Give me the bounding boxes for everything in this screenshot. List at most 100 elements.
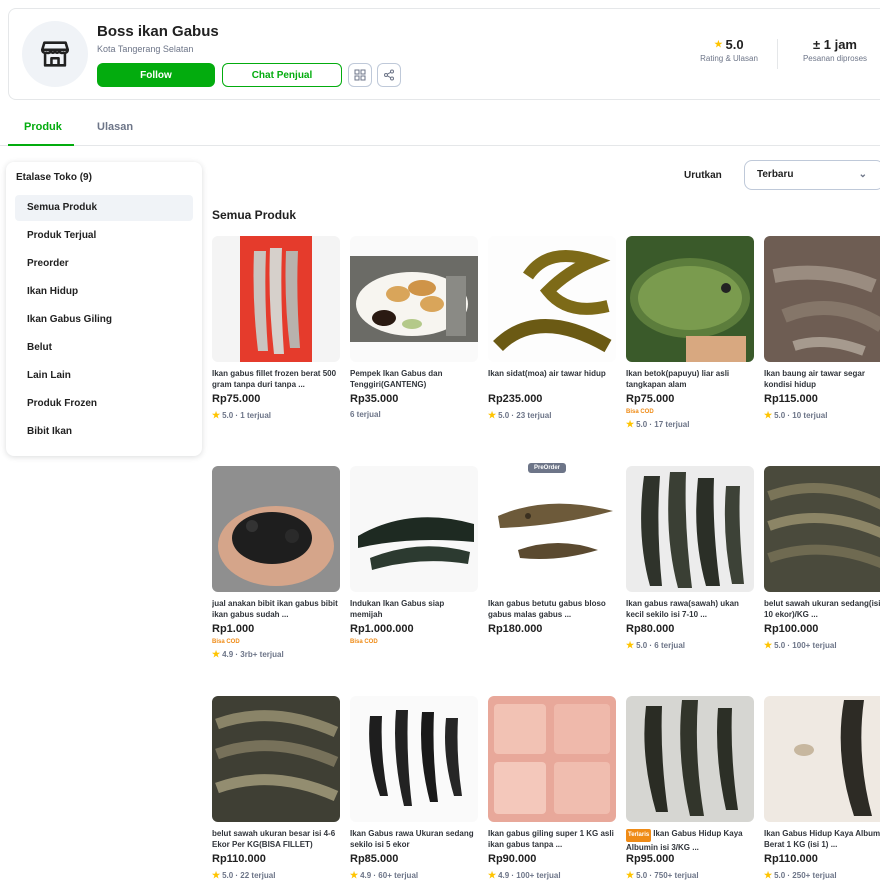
- sidebar-item-ikan-hidup[interactable]: Ikan Hidup: [15, 279, 193, 305]
- sidebar-item-produk-frozen[interactable]: Produk Frozen: [15, 391, 193, 417]
- product-name-text: Ikan Gabus rawa Ukuran sedang sekilo isi…: [350, 829, 474, 849]
- chat-seller-button[interactable]: Chat Penjual: [222, 63, 342, 87]
- product-card[interactable]: jual anakan bibit ikan gabus bibit ikan …: [212, 466, 340, 684]
- share-icon: [384, 69, 394, 81]
- product-name[interactable]: jual anakan bibit ikan gabus bibit ikan …: [212, 598, 340, 620]
- product-name[interactable]: Ikan Gabus rawa Ukuran sedang sekilo isi…: [350, 828, 478, 850]
- product-card[interactable]: Ikan gabus fillet frozen berat 500 gram …: [212, 236, 340, 454]
- sidebar-item-produk-terjual[interactable]: Produk Terjual: [15, 223, 193, 249]
- product-name[interactable]: Ikan gabus rawa(sawah) ukan kecil sekilo…: [626, 598, 754, 620]
- product-price: Rp110.000: [764, 853, 818, 865]
- product-card[interactable]: Ikan betok(papuyu) liar asli tangkapan a…: [626, 236, 754, 454]
- shop-info-button[interactable]: [348, 63, 372, 87]
- cod-badge: Bisa COD: [350, 639, 378, 645]
- product-image[interactable]: [764, 466, 880, 592]
- product-rating: ★ 5.0 · 10 terjual: [764, 410, 827, 421]
- product-name[interactable]: Terlaris Ikan Gabus Hidup Kaya Albumin is…: [626, 828, 754, 850]
- tab-ulasan[interactable]: Ulasan: [97, 121, 133, 133]
- product-image[interactable]: [764, 236, 880, 362]
- product-price: Rp80.000: [626, 623, 675, 635]
- product-image[interactable]: [350, 696, 478, 822]
- sidebar-item-ikan-gabus-giling[interactable]: Ikan Gabus Giling: [15, 307, 193, 333]
- product-price: Rp115.000: [764, 393, 818, 405]
- product-rating: ★ 5.0 · 6 terjual: [626, 640, 685, 651]
- product-card[interactable]: Ikan baung air tawar segar kondisi hidup…: [764, 236, 880, 454]
- product-image[interactable]: [626, 696, 754, 822]
- product-card[interactable]: Indukan Ikan Gabus siap memijah Rp1.000.0…: [350, 466, 478, 684]
- process-label: Pesanan diproses: [802, 54, 868, 63]
- product-price: Rp100.000: [764, 623, 819, 635]
- sort-selected-value: Terbaru: [757, 169, 794, 180]
- product-image[interactable]: [488, 466, 616, 592]
- product-name[interactable]: belut sawah ukuran besar isi 4-6 Ekor Pe…: [212, 828, 340, 850]
- product-name[interactable]: Ikan gabus giling super 1 KG asli ikan g…: [488, 828, 616, 850]
- product-sold-text: 5.0 · 17 terjual: [636, 420, 690, 429]
- product-card[interactable]: Ikan gabus giling super 1 KG asli ikan g…: [488, 696, 616, 892]
- product-card[interactable]: Ikan gabus rawa(sawah) ukan kecil sekilo…: [626, 466, 754, 684]
- product-name[interactable]: Ikan gabus betutu gabus bloso gabus mala…: [488, 598, 616, 620]
- product-name[interactable]: Ikan betok(papuyu) liar asli tangkapan a…: [626, 368, 754, 390]
- product-name[interactable]: Ikan gabus fillet frozen berat 500 gram …: [212, 368, 340, 390]
- product-image[interactable]: [626, 466, 754, 592]
- star-icon: ★: [212, 410, 221, 420]
- product-card[interactable]: Ikan Gabus rawa Ukuran sedang sekilo isi…: [350, 696, 478, 892]
- product-name[interactable]: Ikan baung air tawar segar kondisi hidup: [764, 368, 880, 390]
- product-image[interactable]: [350, 236, 478, 362]
- product-card[interactable]: belut sawah ukuran besar isi 4-6 Ekor Pe…: [212, 696, 340, 892]
- product-image[interactable]: [488, 236, 616, 362]
- shop-tabs: Produk Ulasan: [0, 112, 880, 146]
- product-name[interactable]: Ikan Gabus Hidup Kaya Albumin Berat 1 KG…: [764, 828, 880, 850]
- product-image[interactable]: [212, 236, 340, 362]
- rating-stat[interactable]: ★ 5.0 Rating & Ulasan: [689, 37, 769, 63]
- product-image[interactable]: [212, 696, 340, 822]
- process-value: ± 1 jam: [813, 37, 857, 52]
- sidebar-item-bibit-ikan[interactable]: Bibit Ikan: [15, 419, 193, 445]
- product-name-text: Ikan betok(papuyu) liar asli tangkapan a…: [626, 369, 730, 389]
- product-name[interactable]: Indukan Ikan Gabus siap memijah: [350, 598, 478, 620]
- product-card[interactable]: Pempek Ikan Gabus dan Tenggiri(GANTENG) R…: [350, 236, 478, 454]
- product-card[interactable]: Ikan sidat(moa) air tawar hidup Rp235.000…: [488, 236, 616, 454]
- product-sold-text: 4.9 · 60+ terjual: [360, 871, 419, 880]
- cod-badge: Bisa COD: [626, 409, 654, 415]
- sort-dropdown[interactable]: Terbaru ⌄: [744, 160, 880, 190]
- product-image[interactable]: [764, 696, 880, 822]
- grid-icon: [354, 69, 366, 81]
- tab-produk[interactable]: Produk: [24, 121, 62, 133]
- product-price: Rp85.000: [350, 853, 399, 865]
- sidebar-item-lain-lain[interactable]: Lain Lain: [15, 363, 193, 389]
- product-name[interactable]: Ikan sidat(moa) air tawar hidup: [488, 368, 616, 390]
- product-sold-text: 5.0 · 1 terjual: [222, 411, 271, 420]
- store-icon: [40, 41, 70, 67]
- product-image[interactable]: [626, 236, 754, 362]
- product-price: Rp110.000: [212, 853, 266, 865]
- product-rating: ★ 5.0 · 17 terjual: [626, 419, 689, 430]
- preorder-badge: PreOrder: [528, 463, 567, 473]
- product-price: Rp180.000: [488, 623, 543, 635]
- product-name-text: jual anakan bibit ikan gabus bibit ikan …: [212, 599, 338, 619]
- shop-avatar[interactable]: [22, 21, 88, 87]
- product-price: Rp75.000: [212, 393, 261, 405]
- star-icon: ★: [212, 649, 221, 659]
- product-name-text: Ikan sidat(moa) air tawar hidup: [488, 369, 606, 378]
- product-card[interactable]: Terlaris Ikan Gabus Hidup Kaya Albumin is…: [626, 696, 754, 892]
- product-name[interactable]: Pempek Ikan Gabus dan Tenggiri(GANTENG): [350, 368, 478, 390]
- product-image[interactable]: [350, 466, 478, 592]
- follow-button[interactable]: Follow: [97, 63, 215, 87]
- sidebar-item-semua-produk[interactable]: Semua Produk: [15, 195, 193, 221]
- product-rating: ★ 5.0 · 750+ terjual: [626, 870, 699, 881]
- product-image[interactable]: [488, 696, 616, 822]
- share-button[interactable]: [377, 63, 401, 87]
- product-price: Rp1.000: [212, 623, 255, 635]
- product-name-text: Ikan baung air tawar segar kondisi hidup: [764, 369, 865, 389]
- product-name[interactable]: belut sawah ukuran sedang(isi 6-10 ekor)…: [764, 598, 880, 620]
- product-name-text: Ikan gabus fillet frozen berat 500 gram …: [212, 369, 337, 389]
- product-sold-text: 4.9 · 3rb+ terjual: [222, 650, 284, 659]
- product-card[interactable]: PreOrder Ikan gabus betutu gabus bloso ga…: [488, 463, 616, 684]
- rating-value: 5.0: [725, 37, 744, 52]
- product-image[interactable]: [212, 466, 340, 592]
- product-card[interactable]: Ikan Gabus Hidup Kaya Albumin Berat 1 KG…: [764, 696, 880, 892]
- product-card[interactable]: belut sawah ukuran sedang(isi 6-10 ekor)…: [764, 466, 880, 684]
- product-rating: ★ 4.9 · 60+ terjual: [350, 870, 418, 881]
- sidebar-item-preorder[interactable]: Preorder: [15, 251, 193, 277]
- sidebar-item-belut[interactable]: Belut: [15, 335, 193, 361]
